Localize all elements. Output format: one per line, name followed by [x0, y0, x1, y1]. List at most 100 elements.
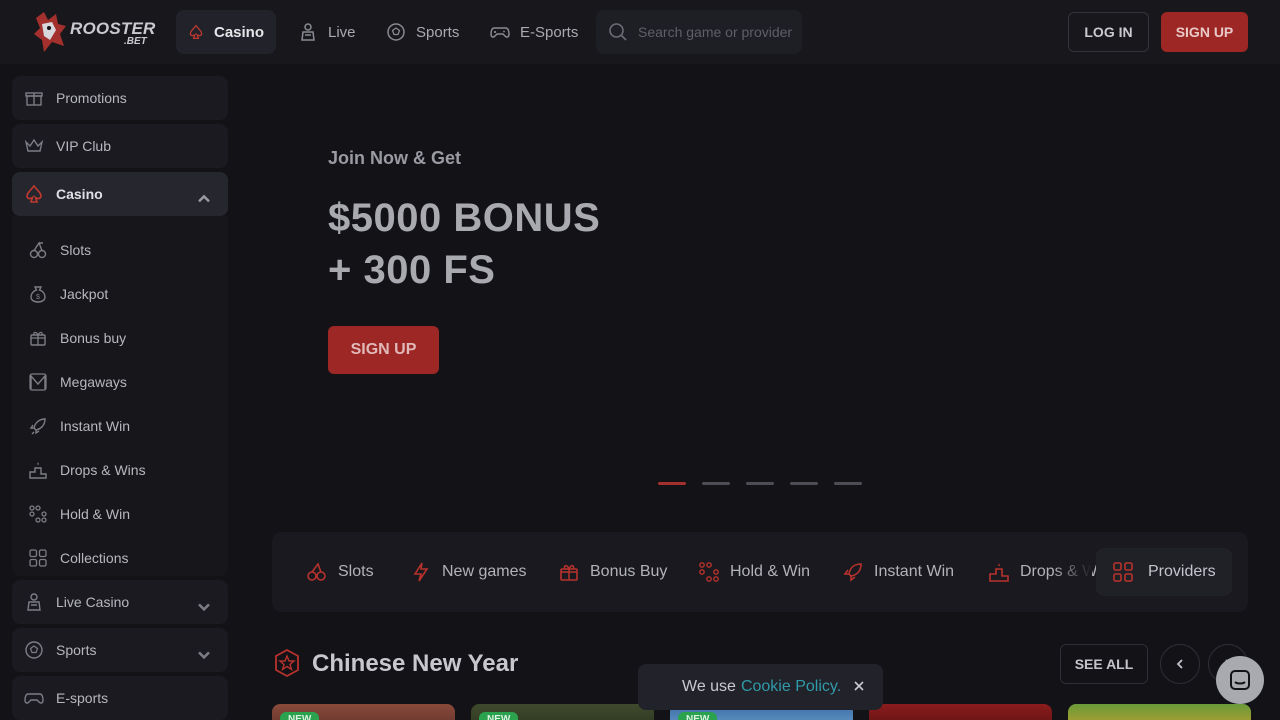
cookie-policy-link[interactable]: Cookie Policy. — [741, 678, 841, 696]
sidebar-subitem-label: Collections — [60, 550, 129, 566]
see-all-button[interactable]: SEE ALL — [1060, 644, 1148, 684]
search-icon — [609, 23, 627, 41]
nav-live-label: Live — [328, 23, 356, 41]
hero-title: $5000 BONUS + 300 FS — [328, 192, 600, 296]
nav-live[interactable]: Live — [286, 10, 368, 54]
sidebar-item-label: Sports — [56, 642, 97, 658]
grid-icon — [1113, 562, 1133, 582]
cookie-banner: We use Cookie Policy. — [638, 664, 883, 710]
sidebar-item-e-sports[interactable]: E-sports — [12, 676, 228, 720]
rooster-logo-icon — [34, 12, 66, 52]
category-instant-win[interactable]: Instant Win — [842, 532, 954, 612]
login-button[interactable]: LOG IN — [1068, 12, 1149, 52]
sidebar-subitem-collections[interactable]: Collections — [28, 540, 128, 576]
search-bar[interactable] — [596, 10, 802, 54]
new-badge: NEW — [678, 712, 718, 720]
sidebar-item-label: Casino — [56, 186, 103, 202]
sidebar-item-vip-club[interactable]: VIP Club — [12, 124, 228, 168]
category-slots[interactable]: Slots — [306, 532, 374, 612]
game-card[interactable] — [869, 704, 1052, 720]
sidebar-item-label: E-sports — [56, 690, 109, 706]
game-card[interactable]: NEW — [471, 704, 654, 720]
nav-esports[interactable]: E-Sports — [478, 10, 590, 54]
gamepad-icon — [24, 693, 44, 704]
nav-sports[interactable]: Sports — [374, 10, 471, 54]
close-icon[interactable] — [852, 679, 866, 693]
category-label: Slots — [338, 563, 374, 580]
category-new-games[interactable]: New games — [410, 532, 526, 612]
lightning-icon — [413, 562, 429, 582]
new-badge: NEW — [479, 712, 519, 720]
rocket-icon — [843, 563, 862, 582]
sidebar-subitem-slots[interactable]: Slots — [28, 232, 91, 268]
sidebar-item-promotions[interactable]: Promotions — [12, 76, 228, 120]
new-badge: NEW — [280, 712, 320, 720]
sidebar-subitem-megaways[interactable]: Megaways — [28, 364, 127, 400]
dots-grid-icon — [699, 562, 719, 582]
cherries-icon — [29, 241, 47, 259]
sidebar-subitem-label: Hold & Win — [60, 506, 131, 522]
spade-icon — [26, 184, 42, 203]
sidebar-subitem-drops-wins[interactable]: Drops & Wins — [28, 452, 146, 488]
category-bonus-buy[interactable]: Bonus Buy — [558, 532, 667, 612]
logo-suffix: .BET — [124, 36, 147, 47]
top-header: ROOSTER .BET Casino Live Sports E-Sports… — [0, 0, 1280, 64]
category-bar: Slots New games Bonus Buy Hold & Win Ins… — [272, 532, 1248, 612]
sidebar: Promotions VIP Club Slots $ Jackpot Bonu… — [0, 64, 240, 720]
dealer-icon — [27, 593, 41, 611]
providers-label: Providers — [1148, 563, 1216, 580]
providers-button[interactable]: Providers — [1096, 548, 1232, 596]
sidebar-subitem-bonus-buy[interactable]: Bonus buy — [28, 320, 126, 356]
chevron-down-icon[interactable] — [194, 596, 214, 616]
dots-grid-icon — [29, 505, 47, 523]
sidebar-item-label: Live Casino — [56, 594, 130, 610]
spade-icon — [189, 24, 203, 40]
sidebar-subitem-instant-win[interactable]: Instant Win — [28, 408, 130, 444]
sidebar-item-label: Promotions — [56, 90, 127, 106]
chat-launcher[interactable] — [1216, 656, 1264, 704]
nav-sports-label: Sports — [416, 23, 460, 41]
sidebar-subitem-label: Megaways — [60, 374, 127, 390]
search-input[interactable] — [638, 24, 798, 40]
signup-button[interactable]: SIGN UP — [1161, 12, 1248, 52]
collections-icon — [29, 549, 47, 567]
chevron-down-icon[interactable] — [194, 644, 214, 664]
sidebar-subitem-label: Slots — [60, 242, 92, 258]
chevron-left-icon — [1176, 659, 1183, 669]
gift-box-icon — [560, 564, 578, 581]
carousel-dot[interactable] — [834, 482, 862, 485]
sidebar-subitem-jackpot[interactable]: $ Jackpot — [28, 276, 108, 312]
carousel-dots — [658, 482, 862, 485]
site-logo[interactable]: ROOSTER .BET — [30, 10, 155, 54]
cherries-icon — [307, 562, 326, 581]
podium-icon — [29, 462, 47, 479]
prev-button[interactable] — [1160, 644, 1200, 684]
sidebar-subitem-label: Jackpot — [60, 286, 109, 302]
sidebar-subitem-hold-win[interactable]: Hold & Win — [28, 496, 130, 532]
carousel-dot[interactable] — [658, 482, 686, 485]
casino-submenu: Slots $ Jackpot Bonus buy Megaways Insta… — [12, 216, 228, 576]
sidebar-item-casino[interactable]: Casino — [12, 172, 228, 216]
carousel-dot[interactable] — [746, 482, 774, 485]
sidebar-item-live-casino[interactable]: Live Casino — [12, 580, 228, 624]
game-card[interactable] — [1068, 704, 1251, 720]
game-card[interactable]: NEW — [272, 704, 455, 720]
soccer-ball-icon — [387, 23, 405, 41]
cookie-text: We use — [682, 678, 736, 695]
carousel-dot[interactable] — [790, 482, 818, 485]
category-label: New games — [442, 563, 527, 580]
svg-text:$: $ — [36, 294, 40, 301]
carousel-dot[interactable] — [702, 482, 730, 485]
sidebar-subitem-label: Drops & Wins — [60, 462, 146, 478]
rocket-icon — [29, 418, 46, 435]
crown-icon — [24, 138, 44, 152]
nav-casino[interactable]: Casino — [176, 10, 276, 54]
star-badge-icon — [275, 648, 299, 678]
hero-signup-button[interactable]: SIGN UP — [328, 326, 439, 374]
category-hold-win[interactable]: Hold & Win — [698, 532, 810, 612]
sidebar-subitem-label: Bonus buy — [60, 330, 127, 346]
sidebar-item-sports[interactable]: Sports — [12, 628, 228, 672]
chevron-up-icon[interactable] — [194, 188, 214, 208]
nav-casino-label: Casino — [213, 23, 264, 41]
dealer-icon — [301, 23, 315, 41]
